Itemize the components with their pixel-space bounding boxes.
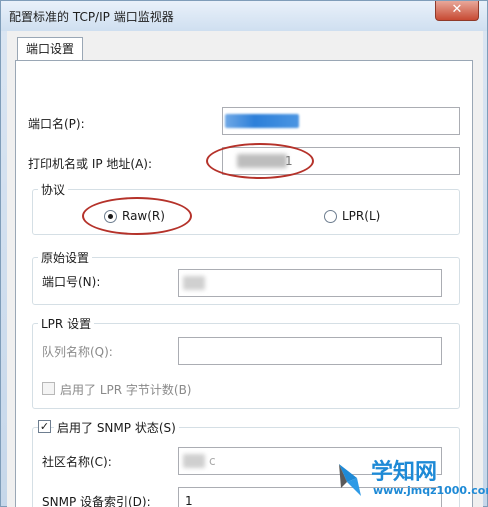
dialog-window: 配置标准的 TCP/IP 端口监视器 ✕ 端口设置 端口名(P): 打印机名或 …	[0, 0, 488, 507]
dialog-content: 端口设置 端口名(P): 打印机名或 IP 地址(A): 1 协议 Raw(R)…	[7, 31, 483, 507]
device-index-label: SNMP 设备索引(D):	[42, 495, 151, 507]
byte-count-checkbox[interactable]	[42, 382, 55, 395]
queue-name-label: 队列名称(Q):	[42, 345, 113, 359]
watermark-url: www.jmqz1000.com	[373, 484, 488, 497]
raw-settings-title: 原始设置	[38, 249, 93, 266]
window-title: 配置标准的 TCP/IP 端口监视器	[9, 10, 174, 24]
port-number-input[interactable]	[178, 269, 442, 297]
protocol-group-title: 协议	[38, 181, 69, 198]
annotation-ellipse-ip	[206, 143, 314, 179]
site-watermark: 学知网 www.jmqz1000.com	[335, 452, 488, 506]
port-name-input[interactable]	[222, 107, 460, 135]
annotation-ellipse-raw	[82, 197, 192, 235]
lpr-radio[interactable]	[324, 210, 337, 223]
lpr-radio-label[interactable]: LPR(L)	[342, 209, 380, 223]
watermark-logo-icon	[339, 464, 361, 496]
byte-count-label[interactable]: 启用了 LPR 字节计数(B)	[60, 381, 192, 398]
lpr-settings-title: LPR 设置	[38, 315, 95, 332]
snmp-enabled-checkbox[interactable]: ✓	[38, 420, 51, 433]
snmp-enabled-label[interactable]: 启用了 SNMP 状态(S)	[54, 419, 179, 436]
community-visible-tail: c	[209, 454, 216, 468]
watermark-title: 学知网	[371, 460, 438, 485]
redacted-port-number	[183, 276, 205, 290]
redacted-community	[183, 454, 205, 468]
community-name-label: 社区名称(C):	[42, 455, 112, 469]
printer-address-label: 打印机名或 IP 地址(A):	[28, 157, 153, 171]
title-bar[interactable]: 配置标准的 TCP/IP 端口监视器 ✕	[1, 1, 487, 31]
port-number-label: 端口号(N):	[42, 275, 101, 289]
queue-name-input[interactable]	[178, 337, 442, 365]
tab-panel: 端口名(P): 打印机名或 IP 地址(A): 1 协议 Raw(R) LPR(…	[15, 60, 473, 507]
port-name-label: 端口名(P):	[28, 117, 85, 131]
close-button[interactable]: ✕	[435, 1, 479, 21]
tab-port-settings[interactable]: 端口设置	[17, 37, 83, 61]
redacted-port-name	[225, 114, 299, 128]
close-icon: ✕	[451, 2, 463, 17]
